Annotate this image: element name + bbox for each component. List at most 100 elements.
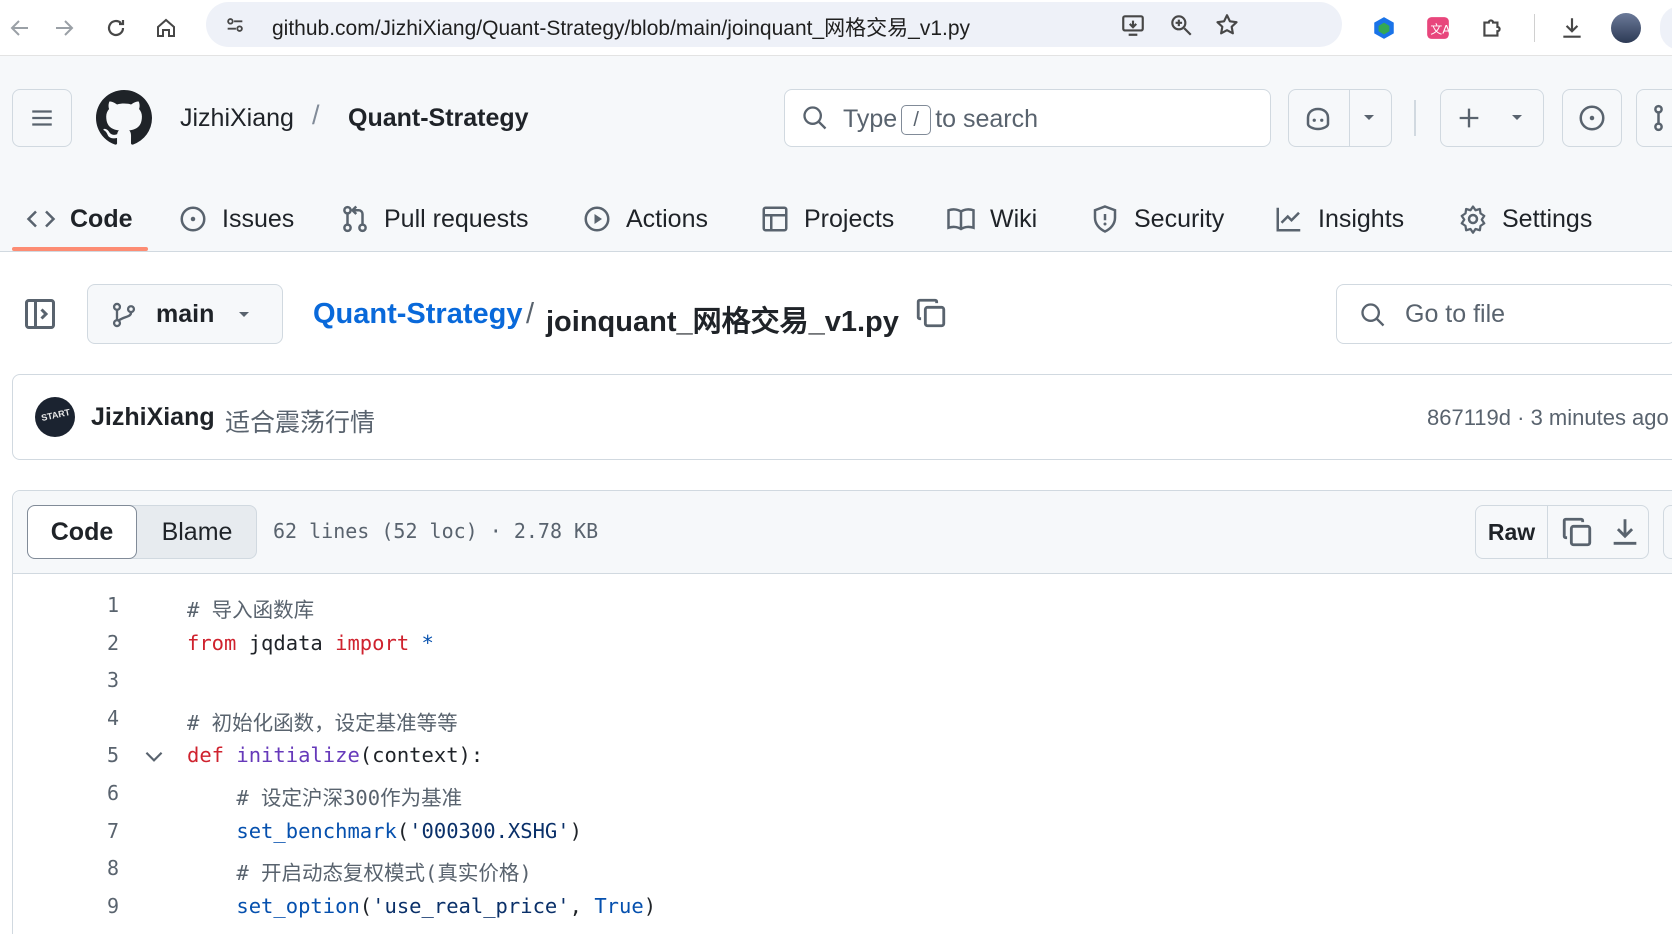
pull-request-icon xyxy=(343,205,367,233)
code-line: 9 set_option('use_real_price', True) xyxy=(13,888,1672,926)
menu-icon xyxy=(32,110,52,126)
book-icon xyxy=(947,208,975,231)
line-number[interactable]: 5 xyxy=(13,743,119,767)
sidebar-expand-icon xyxy=(25,299,55,329)
breadcrumb-separator: / xyxy=(312,100,320,130)
path-separator: / xyxy=(526,298,535,330)
forward-button[interactable] xyxy=(44,8,84,48)
tab-label: Settings xyxy=(1502,204,1593,233)
copy-raw-button[interactable] xyxy=(1560,515,1594,549)
back-button[interactable] xyxy=(0,8,40,48)
tab-projects[interactable]: Projects xyxy=(760,186,894,252)
issue-icon xyxy=(180,206,206,232)
active-tab-indicator xyxy=(12,247,148,251)
code-text: set_benchmark('000300.XSHG') xyxy=(236,818,582,843)
site-settings-icon[interactable] xyxy=(218,8,252,42)
tab-wiki[interactable]: Wiki xyxy=(946,186,1037,252)
view-mode-toggle: Code Blame xyxy=(27,505,257,559)
pull-requests-button[interactable] xyxy=(1636,89,1672,147)
toolbar-divider xyxy=(1534,14,1535,42)
code-line: 4 # 初始化函数，设定基准等等 xyxy=(13,700,1672,738)
commit-message[interactable]: 适合震荡行情 xyxy=(225,403,375,439)
create-new-button[interactable] xyxy=(1440,89,1544,147)
path-repo-link[interactable]: Quant-Strategy xyxy=(313,298,522,331)
code-line: 7 set_benchmark('000300.XSHG') xyxy=(13,813,1672,851)
fold-chevron-icon[interactable] xyxy=(141,743,167,769)
line-number[interactable]: 4 xyxy=(13,706,119,730)
code-line: 2 from jqdata import * xyxy=(13,625,1672,663)
tab-label: Projects xyxy=(804,204,895,233)
file-header: Code Blame 62 lines (52 loc) · 2.78 KB R… xyxy=(13,491,1672,574)
branch-name: main xyxy=(156,300,215,328)
chevron-down-icon xyxy=(239,312,249,317)
tab-settings[interactable]: Settings xyxy=(1458,186,1592,252)
profile-avatar[interactable] xyxy=(1606,8,1646,48)
line-number[interactable]: 9 xyxy=(13,894,119,918)
search-prefix: Type xyxy=(843,105,898,133)
line-number[interactable]: 3 xyxy=(13,668,119,692)
code-text: from jqdata import * xyxy=(187,630,434,655)
tab-insights[interactable]: Insights xyxy=(1274,186,1404,252)
translate-extension-icon[interactable]: 文A xyxy=(1418,8,1458,48)
file-actions-group: Raw xyxy=(1475,505,1649,559)
pull-request-icon xyxy=(1654,104,1663,132)
code-line: 1 # 导入函数库 xyxy=(13,587,1672,625)
download-raw-button[interactable] xyxy=(1608,515,1642,549)
install-app-icon[interactable] xyxy=(1120,12,1146,38)
github-logo-icon[interactable] xyxy=(96,90,152,146)
tab-code[interactable]: Code xyxy=(26,186,133,252)
go-to-file-input[interactable]: Go to file xyxy=(1336,284,1672,344)
code-view-button[interactable]: Code xyxy=(27,505,137,559)
play-icon xyxy=(584,206,610,232)
home-icon xyxy=(157,18,175,37)
tab-issues[interactable]: Issues xyxy=(178,186,294,252)
line-number[interactable]: 1 xyxy=(13,593,119,617)
go-to-file-placeholder: Go to file xyxy=(1405,300,1506,328)
search-suffix: to search xyxy=(935,105,1039,133)
owner-link[interactable]: JizhiXiang xyxy=(180,104,294,133)
tab-label: Issues xyxy=(222,204,295,233)
code-line: 8 # 开启动态复权模式(真实价格) xyxy=(13,850,1672,888)
line-number[interactable]: 6 xyxy=(13,781,119,805)
copilot-button[interactable] xyxy=(1288,89,1392,147)
chevron-down-icon xyxy=(1364,115,1374,120)
reload-button[interactable] xyxy=(96,8,136,48)
url-text[interactable]: github.com/JizhiXiang/Quant-Strategy/blo… xyxy=(272,12,970,42)
raw-button[interactable]: Raw xyxy=(1476,506,1548,558)
blame-view-button[interactable]: Blame xyxy=(138,506,256,558)
tab-label: Actions xyxy=(626,204,708,233)
commit-author-link[interactable]: JizhiXiang xyxy=(91,403,215,432)
arrow-right-icon xyxy=(56,20,74,36)
extensions-puzzle-icon[interactable] xyxy=(1472,8,1512,48)
branch-selector[interactable]: main xyxy=(87,284,283,344)
file-tree-toggle-button[interactable] xyxy=(22,296,62,336)
more-options-button[interactable] xyxy=(1663,505,1672,559)
repo-link[interactable]: Quant-Strategy xyxy=(348,104,529,133)
extension-blue-icon[interactable] xyxy=(1364,8,1404,48)
address-bar[interactable]: github.com/JizhiXiang/Quant-Strategy/blo… xyxy=(206,2,1342,47)
line-number[interactable]: 7 xyxy=(13,819,119,843)
file-info: 62 lines (52 loc) · 2.78 KB xyxy=(273,519,599,543)
search-shortcut-key: / xyxy=(901,105,932,135)
header-divider xyxy=(1414,100,1416,136)
search-input[interactable]: Type / to search xyxy=(784,89,1271,147)
menu-button[interactable] xyxy=(1660,6,1672,50)
zoom-icon[interactable] xyxy=(1168,12,1194,38)
tab-security[interactable]: Security xyxy=(1090,186,1224,252)
hamburger-menu-button[interactable] xyxy=(12,89,72,147)
avatar[interactable]: START xyxy=(35,397,75,437)
line-number[interactable]: 8 xyxy=(13,856,119,880)
commit-meta[interactable]: 867119d · 3 minutes ago xyxy=(1427,405,1669,431)
svg-text:文A: 文A xyxy=(1430,22,1451,36)
downloads-icon[interactable] xyxy=(1552,8,1592,48)
code-text: set_option('use_real_price', True) xyxy=(236,893,657,918)
search-icon xyxy=(1361,303,1385,327)
tab-actions[interactable]: Actions xyxy=(582,186,708,252)
issues-button[interactable] xyxy=(1562,89,1622,147)
copy-path-button[interactable] xyxy=(914,296,950,332)
home-button[interactable] xyxy=(146,8,186,48)
bookmark-star-icon[interactable] xyxy=(1214,12,1240,38)
line-number[interactable]: 2 xyxy=(13,631,119,655)
tab-pull-requests[interactable]: Pull requests xyxy=(340,186,529,252)
browser-toolbar: github.com/JizhiXiang/Quant-Strategy/blo… xyxy=(0,0,1672,56)
